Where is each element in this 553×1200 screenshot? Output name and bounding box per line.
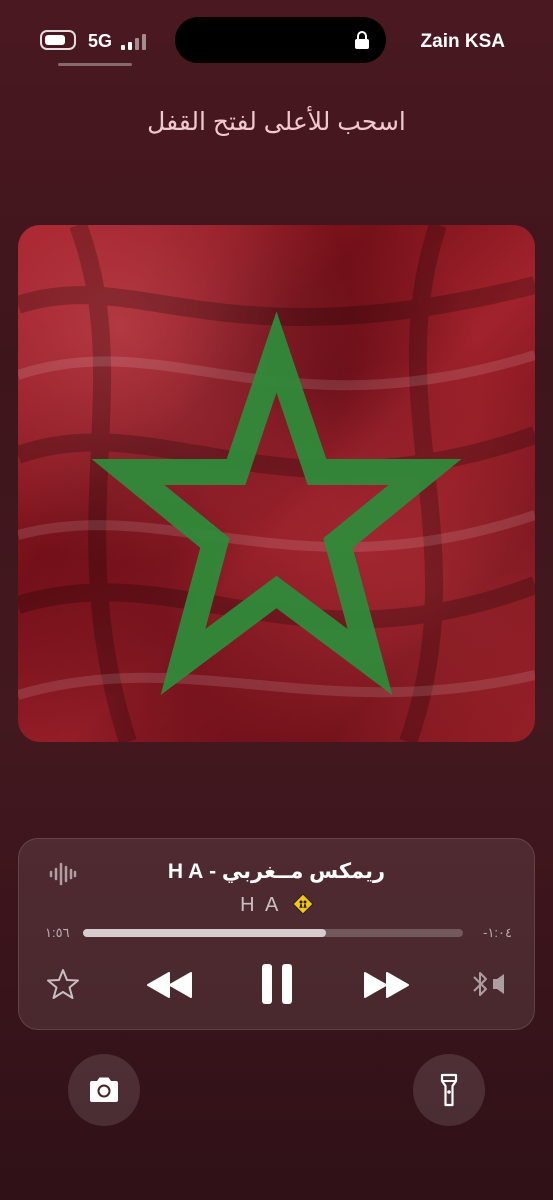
forward-icon[interactable] <box>361 970 411 1000</box>
flashlight-button[interactable] <box>413 1054 485 1126</box>
album-artwork <box>18 225 535 742</box>
time-elapsed: ١:٥٦ <box>45 925 70 940</box>
lock-icon <box>355 31 369 49</box>
time-remaining: -١:٠٤ <box>483 925 512 940</box>
camera-button[interactable] <box>68 1054 140 1126</box>
progress-bar[interactable] <box>83 929 463 937</box>
swipe-up-hint: اسحب للأعلى لفتح القفل <box>147 108 406 136</box>
track-artist-row: H A <box>19 894 534 917</box>
camera-icon <box>90 1077 118 1102</box>
battery-icon <box>40 30 78 50</box>
progress-fill <box>83 929 327 937</box>
rewind-icon[interactable] <box>145 970 195 1000</box>
track-artist: H A <box>240 894 281 916</box>
network-type: 5G <box>88 31 113 51</box>
status-underline <box>58 63 132 66</box>
flashlight-icon <box>440 1073 458 1107</box>
pause-icon[interactable] <box>260 963 294 1005</box>
now-playing-widget[interactable]: ريمكس مــغربي - H A H A ١:٥٦ -١:٠٤ <box>18 838 535 1030</box>
carrier-name: Zain KSA <box>420 31 505 52</box>
airplay-icon[interactable] <box>469 969 509 999</box>
star-icon[interactable] <box>46 967 80 1001</box>
waveform-icon[interactable] <box>49 861 77 887</box>
status-bar: 5G Zain KSA <box>0 0 553 90</box>
track-title: ريمكس مــغربي - H A <box>167 860 386 883</box>
warning-sign-icon <box>292 894 313 914</box>
signal-icon <box>121 33 151 50</box>
